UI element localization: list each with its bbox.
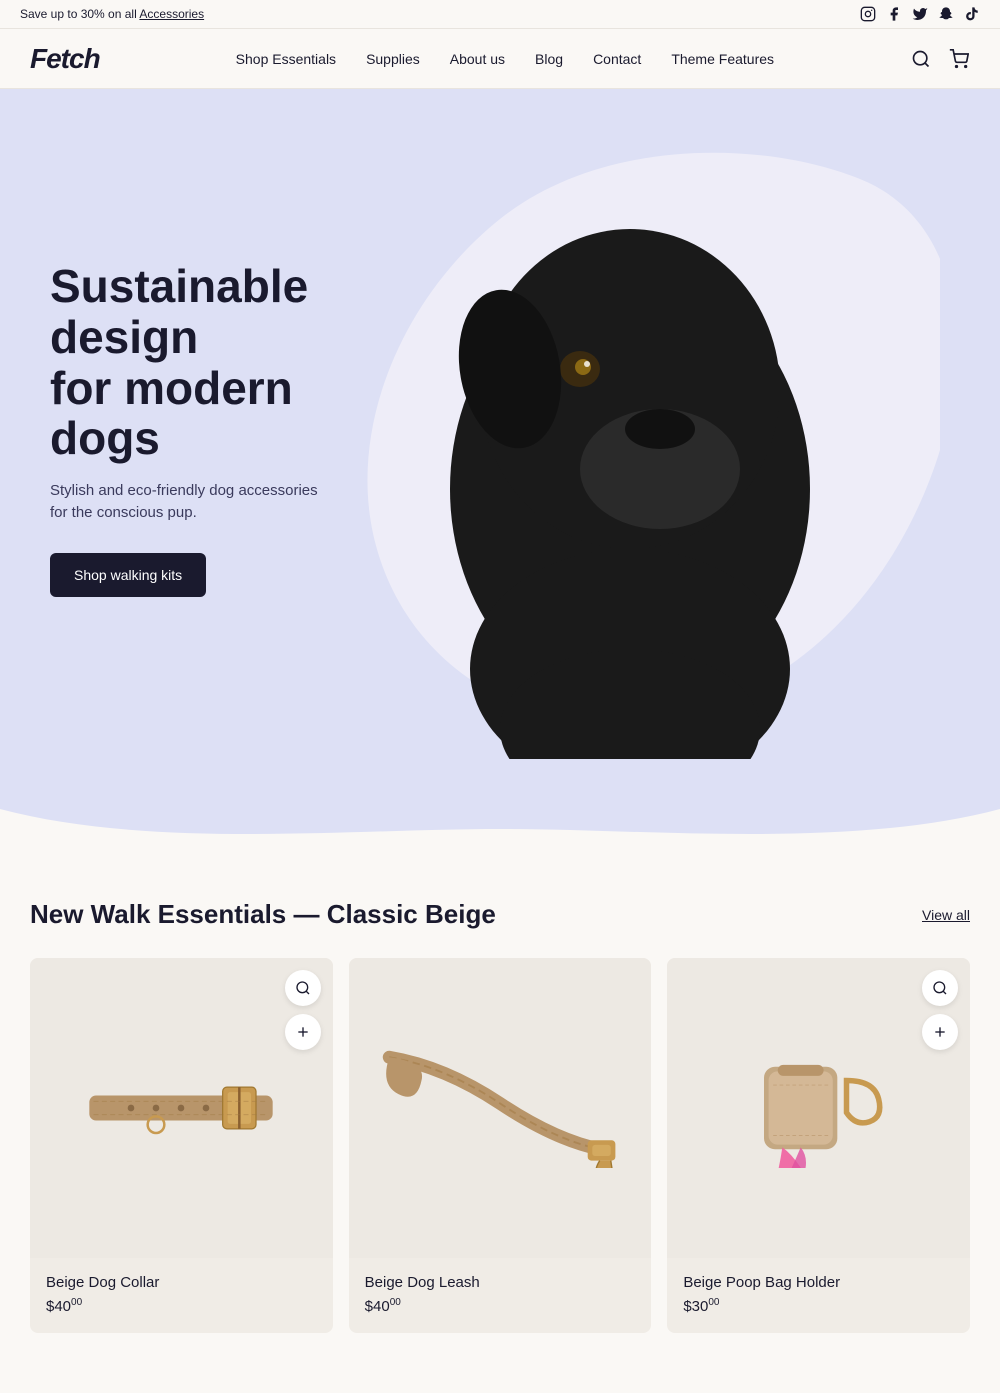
header-actions — [910, 48, 970, 70]
announcement-text: Save up to 30% on all Accessories — [20, 7, 204, 21]
snapchat-icon[interactable] — [938, 6, 954, 22]
site-header: Fetch Shop Essentials Supplies About us … — [0, 29, 1000, 89]
view-all-link[interactable]: View all — [922, 907, 970, 923]
product-price-leash: $4000 — [365, 1297, 636, 1315]
announcement-bar: Save up to 30% on all Accessories — [0, 0, 1000, 29]
product-card-leash[interactable]: Beige Dog Leash $4000 — [349, 958, 652, 1333]
hero-cta-button[interactable]: Shop walking kits — [50, 553, 206, 597]
product-name-bag-holder: Beige Poop Bag Holder — [683, 1274, 954, 1291]
nav-shop-essentials[interactable]: Shop Essentials — [236, 51, 336, 67]
product-card-bag-holder[interactable]: Beige Poop Bag Holder $3000 — [667, 958, 970, 1333]
twitter-icon[interactable] — [912, 6, 928, 22]
products-header: New Walk Essentials — Classic Beige View… — [30, 899, 970, 930]
tiktok-icon[interactable] — [964, 6, 980, 22]
product-search-btn-collar[interactable] — [285, 970, 321, 1006]
nav-about[interactable]: About us — [450, 51, 505, 67]
hero-dog-image — [350, 109, 870, 759]
accessories-link[interactable]: Accessories — [139, 7, 204, 21]
cart-icon[interactable] — [948, 48, 970, 70]
product-info-collar: Beige Dog Collar $4000 — [30, 1258, 333, 1333]
product-add-btn-collar[interactable] — [285, 1014, 321, 1050]
product-info-bag-holder: Beige Poop Bag Holder $3000 — [667, 1258, 970, 1333]
main-nav: Shop Essentials Supplies About us Blog C… — [236, 51, 774, 67]
hero-heading: Sustainable design for modern dogs — [50, 261, 330, 463]
nav-theme-features[interactable]: Theme Features — [671, 51, 774, 67]
hero-content: Sustainable design for modern dogs Styli… — [0, 181, 380, 676]
facebook-icon[interactable] — [886, 6, 902, 22]
product-add-btn-bag[interactable] — [922, 1014, 958, 1050]
product-search-btn-bag[interactable] — [922, 970, 958, 1006]
products-section-title: New Walk Essentials — Classic Beige — [30, 899, 496, 930]
nav-contact[interactable]: Contact — [593, 51, 641, 67]
product-image-leash — [349, 958, 652, 1258]
product-info-leash: Beige Dog Leash $4000 — [349, 1258, 652, 1333]
product-card-collar[interactable]: Beige Dog Collar $4000 — [30, 958, 333, 1333]
product-actions-bag-holder — [922, 970, 958, 1050]
product-name-collar: Beige Dog Collar — [46, 1274, 317, 1291]
nav-blog[interactable]: Blog — [535, 51, 563, 67]
nav-supplies[interactable]: Supplies — [366, 51, 420, 67]
product-name-leash: Beige Dog Leash — [365, 1274, 636, 1291]
hero-section: Sustainable design for modern dogs Styli… — [0, 89, 1000, 769]
product-price-collar: $4000 — [46, 1297, 317, 1315]
hero-subtext: Stylish and eco-friendly dog accessories… — [50, 480, 330, 525]
instagram-icon[interactable] — [860, 6, 876, 22]
products-grid: Beige Dog Collar $4000 — [30, 958, 970, 1333]
search-icon[interactable] — [910, 48, 932, 70]
products-section: New Walk Essentials — Classic Beige View… — [0, 849, 1000, 1393]
site-logo[interactable]: Fetch — [30, 43, 100, 75]
product-actions-collar — [285, 970, 321, 1050]
social-icons-bar — [860, 6, 980, 22]
product-price-bag-holder: $3000 — [683, 1297, 954, 1315]
wave-divider — [0, 769, 1000, 849]
